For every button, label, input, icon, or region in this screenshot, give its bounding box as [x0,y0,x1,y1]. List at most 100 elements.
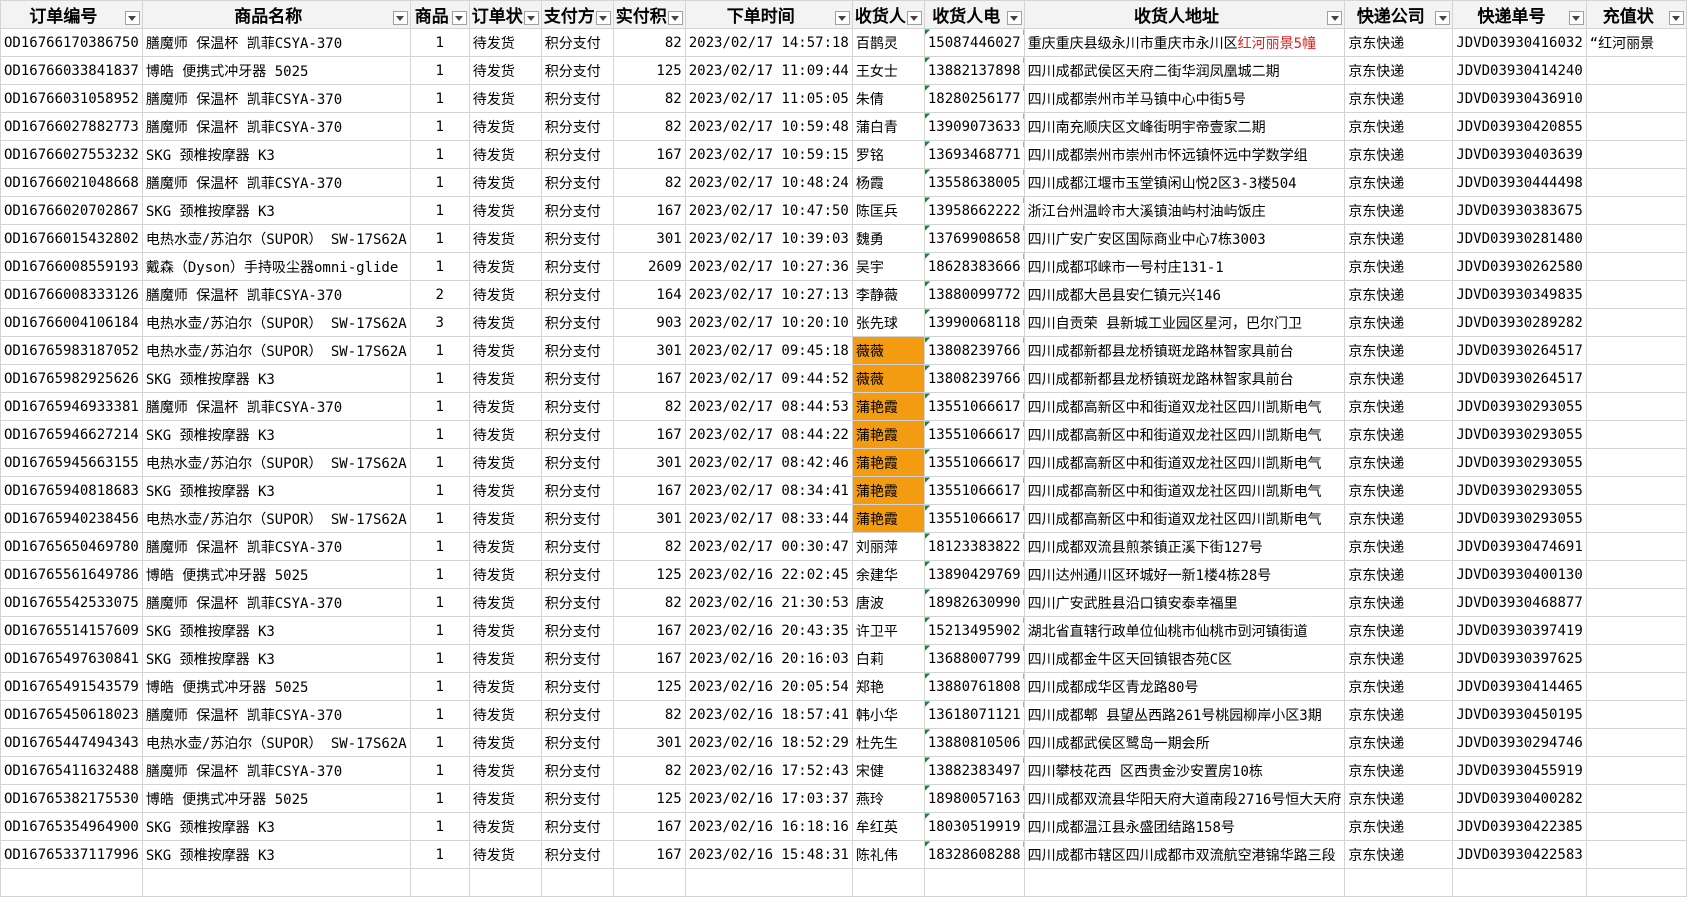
quantity-cell[interactable]: 1 [409,756,470,785]
payment-method-cell[interactable]: 积分支付 [540,532,614,561]
order-id-cell[interactable]: OD16766015432802 [0,224,143,253]
recipient-phone-cell[interactable]: 18980057163 [923,784,1025,813]
order-id-cell[interactable]: OD16766020702867 [0,196,143,225]
recipient-address-cell[interactable]: 重庆重庆县级永川市重庆市永川区红河丽景5幢 [1023,28,1346,57]
paid-points-cell[interactable]: 167 [612,476,686,505]
paid-points-cell[interactable]: 301 [612,728,686,757]
order-time-cell[interactable]: 2023/02/17 11:09:44 [684,56,853,85]
quantity-cell[interactable]: 1 [409,672,470,701]
table-row[interactable]: OD16766033841837 博皓 便携式冲牙器 5025 1 待发货 积分支付 12… [0,56,1687,85]
order-time-cell[interactable]: 2023/02/17 10:27:13 [684,280,853,309]
paid-points-cell[interactable]: 301 [612,504,686,533]
paid-points-cell[interactable]: 2609 [612,252,686,281]
column-header[interactable]: 实付积 [612,0,686,29]
recipient-name-cell[interactable]: 刘丽萍 [851,532,925,561]
recipient-address-cell[interactable]: 四川成都新都县龙桥镇斑龙路林智家具前台 [1023,364,1346,393]
empty-cell[interactable] [684,868,853,897]
recharge-status-cell[interactable] [1585,168,1687,197]
paid-points-cell[interactable]: 82 [612,588,686,617]
recipient-name-cell[interactable]: 唐波 [851,588,925,617]
courier-cell[interactable]: 京东快递 [1344,616,1454,645]
recharge-status-cell[interactable] [1585,56,1687,85]
tracking-number-cell[interactable]: JDVD03930294746 [1452,728,1587,757]
empty-cell[interactable] [612,868,686,897]
courier-cell[interactable]: 京东快递 [1344,112,1454,141]
quantity-cell[interactable]: 1 [409,560,470,589]
order-status-cell[interactable]: 待发货 [468,504,542,533]
tracking-number-cell[interactable]: JDVD03930400282 [1452,784,1587,813]
recipient-name-cell[interactable]: 宋健 [851,756,925,785]
empty-cell[interactable] [851,868,925,897]
recipient-address-cell[interactable]: 四川自贡荣 县新城工业园区星河，巴尔门卫 [1023,308,1346,337]
paid-points-cell[interactable]: 167 [612,196,686,225]
paid-points-cell[interactable]: 167 [612,812,686,841]
product-name-cell[interactable]: 膳魔师 保温杯 凯菲CSYA-370 [141,392,411,421]
recipient-address-cell[interactable]: 四川成都高新区中和街道双龙社区四川凯斯电气 [1023,420,1346,449]
table-row[interactable]: OD16765946933381 膳魔师 保温杯 凯菲CSYA-370 1 待发货 积分… [0,392,1687,421]
recharge-status-cell[interactable] [1585,616,1687,645]
table-row[interactable]: OD16766020702867 SKG 颈椎按摩器 K3 1 待发货 积分支付 167 2… [0,196,1687,225]
recipient-address-cell[interactable]: 四川成都新都县龙桥镇斑龙路林智家具前台 [1023,336,1346,365]
order-id-cell[interactable]: OD16765945663155 [0,448,143,477]
table-row[interactable]: OD16766031058952 膳魔师 保温杯 凯菲CSYA-370 1 待发货 积分… [0,84,1687,113]
quantity-cell[interactable]: 1 [409,168,470,197]
order-status-cell[interactable]: 待发货 [468,812,542,841]
order-id-cell[interactable]: OD16765983187052 [0,336,143,365]
order-time-cell[interactable]: 2023/02/16 18:52:29 [684,728,853,757]
order-time-cell[interactable]: 2023/02/17 10:20:10 [684,308,853,337]
payment-method-cell[interactable]: 积分支付 [540,784,614,813]
recipient-phone-cell[interactable]: 13880761808 [923,672,1025,701]
courier-cell[interactable]: 京东快递 [1344,476,1454,505]
tracking-number-cell[interactable]: JDVD03930281480 [1452,224,1587,253]
order-status-cell[interactable]: 待发货 [468,168,542,197]
order-id-cell[interactable]: OD16765946933381 [0,392,143,421]
recharge-status-cell[interactable] [1585,112,1687,141]
recipient-address-cell[interactable]: 四川广安武胜县沿口镇安泰幸福里 [1023,588,1346,617]
recipient-address-cell[interactable]: 四川成都双流县煎茶镇正溪下街127号 [1023,532,1346,561]
tracking-number-cell[interactable]: JDVD03930289282 [1452,308,1587,337]
tracking-number-cell[interactable]: JDVD03930414465 [1452,672,1587,701]
order-id-cell[interactable]: OD16765382175530 [0,784,143,813]
recharge-status-cell[interactable] [1585,308,1687,337]
tracking-number-cell[interactable]: JDVD03930293055 [1452,392,1587,421]
table-row[interactable]: OD16765650469780 膳魔师 保温杯 凯菲CSYA-370 1 待发货 积分… [0,532,1687,561]
recipient-address-cell[interactable]: 四川广安广安区国际商业中心7栋3003 [1023,224,1346,253]
order-id-cell[interactable]: OD16765491543579 [0,672,143,701]
tracking-number-cell[interactable]: JDVD03930444498 [1452,168,1587,197]
paid-points-cell[interactable]: 164 [612,280,686,309]
recipient-phone-cell[interactable]: 13769908658 [923,224,1025,253]
payment-method-cell[interactable]: 积分支付 [540,28,614,57]
courier-cell[interactable]: 京东快递 [1344,392,1454,421]
tracking-number-cell[interactable]: JDVD03930293055 [1452,448,1587,477]
order-status-cell[interactable]: 待发货 [468,252,542,281]
tracking-number-cell[interactable]: JDVD03930293055 [1452,504,1587,533]
payment-method-cell[interactable]: 积分支付 [540,364,614,393]
product-name-cell[interactable]: 膳魔师 保温杯 凯菲CSYA-370 [141,168,411,197]
recipient-address-cell[interactable]: 四川成都邛崃市一号村庄131-1 [1023,252,1346,281]
paid-points-cell[interactable]: 82 [612,28,686,57]
order-time-cell[interactable]: 2023/02/17 10:47:50 [684,196,853,225]
paid-points-cell[interactable]: 301 [612,448,686,477]
recipient-name-cell[interactable]: 蒲艳霞 [851,476,925,505]
table-row[interactable]: OD16766008559193 戴森（Dyson）手持吸尘器omni-glide… [0,252,1687,281]
product-name-cell[interactable]: SKG 颈椎按摩器 K3 [141,840,411,869]
recipient-name-cell[interactable]: 陈匡兵 [851,196,925,225]
recipient-address-cell[interactable]: 四川成都郫 县望丛西路261号桃园柳岸小区3期 [1023,700,1346,729]
payment-method-cell[interactable]: 积分支付 [540,420,614,449]
paid-points-cell[interactable]: 167 [612,616,686,645]
order-id-cell[interactable]: OD16766031058952 [0,84,143,113]
recharge-status-cell[interactable] [1585,700,1687,729]
product-name-cell[interactable]: SKG 颈椎按摩器 K3 [141,616,411,645]
courier-cell[interactable]: 京东快递 [1344,364,1454,393]
order-status-cell[interactable]: 待发货 [468,672,542,701]
quantity-cell[interactable]: 3 [409,308,470,337]
table-row[interactable]: OD16765982925626 SKG 颈椎按摩器 K3 1 待发货 积分支付 167 2… [0,364,1687,393]
empty-cell[interactable] [409,868,470,897]
order-status-cell[interactable]: 待发货 [468,140,542,169]
payment-method-cell[interactable]: 积分支付 [540,756,614,785]
payment-method-cell[interactable]: 积分支付 [540,196,614,225]
table-row[interactable]: OD16766015432802 电热水壶/苏泊尔（SUPOR） SW-17S62… [0,224,1687,253]
order-status-cell[interactable]: 待发货 [468,728,542,757]
recipient-name-cell[interactable]: 韩小华 [851,700,925,729]
order-time-cell[interactable]: 2023/02/17 08:44:53 [684,392,853,421]
